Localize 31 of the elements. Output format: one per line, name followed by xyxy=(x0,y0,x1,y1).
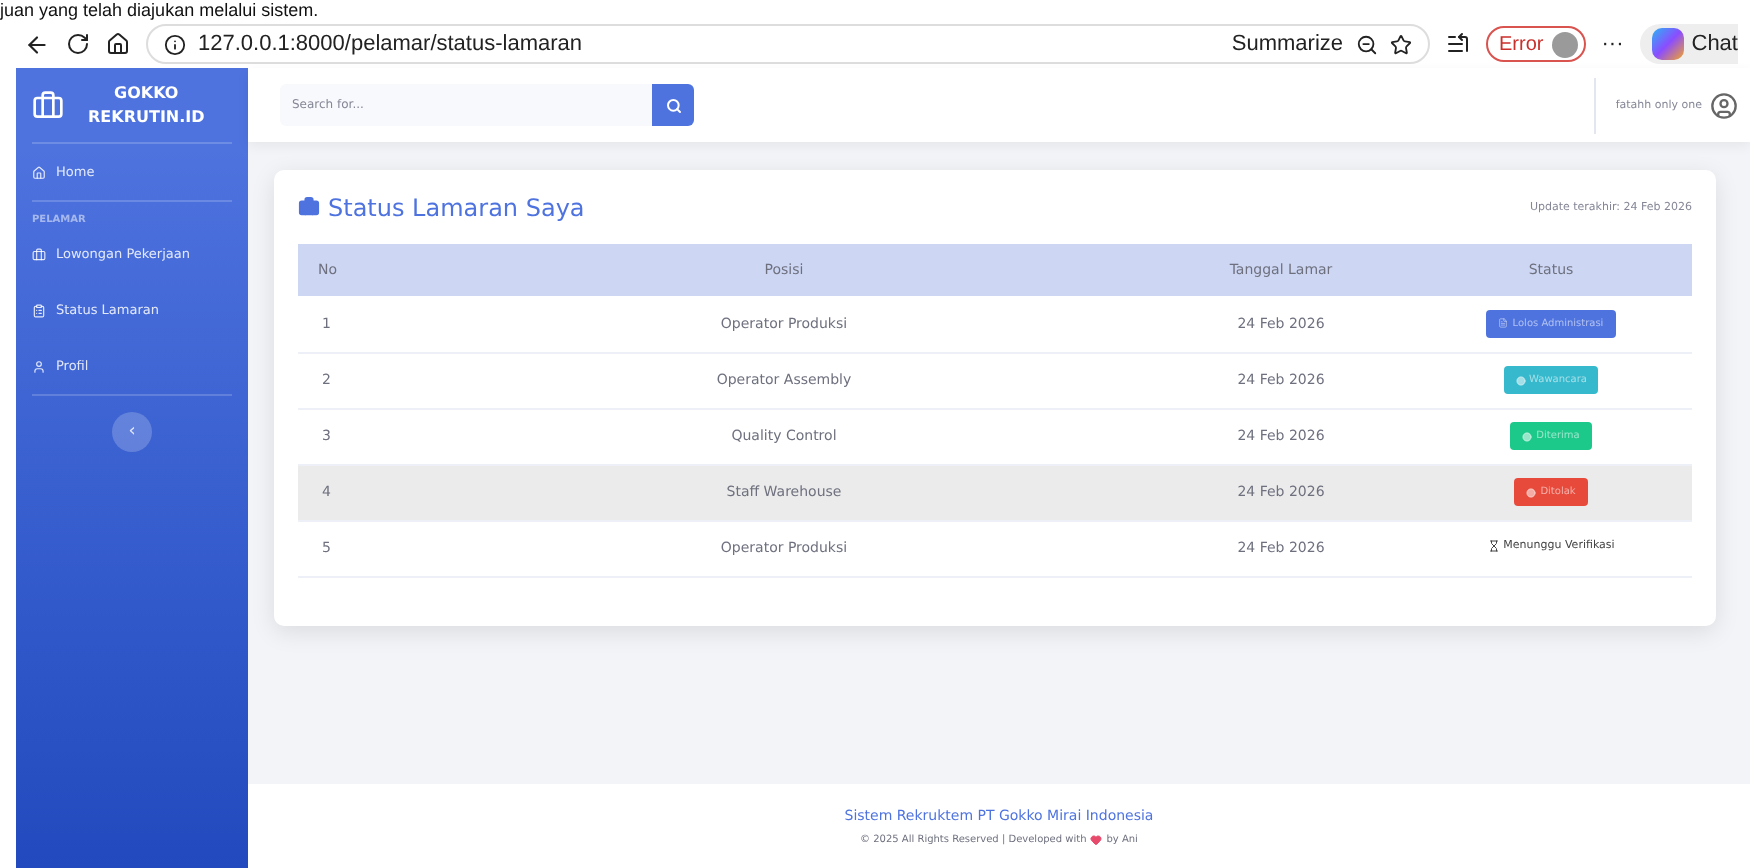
caption-text: juan yang telah diajukan melalui sistem. xyxy=(0,0,319,20)
avatar-icon[interactable] xyxy=(1710,91,1738,119)
more-button[interactable]: ··· xyxy=(1601,32,1624,56)
home-icon xyxy=(32,165,46,179)
brand-name: GOKKO REKRUTIN.ID xyxy=(88,81,205,129)
clipboard-icon xyxy=(32,303,46,317)
favorites-icon[interactable] xyxy=(1445,32,1470,56)
user-icon xyxy=(32,359,46,373)
search-button[interactable] xyxy=(652,84,694,126)
address-bar[interactable]: 127.0.0.1:8000/pelamar/status-lamaran Summarize xyxy=(146,24,1430,64)
document-icon xyxy=(1498,318,1509,329)
briefcase-icon xyxy=(32,89,64,121)
search-icon xyxy=(665,97,681,113)
error-button[interactable]: Error xyxy=(1485,26,1586,62)
info-icon[interactable] xyxy=(164,33,186,55)
circle-icon xyxy=(1522,431,1533,441)
home-icon[interactable] xyxy=(106,32,130,56)
star-icon[interactable] xyxy=(1389,33,1412,55)
refresh-icon[interactable] xyxy=(66,32,90,56)
summarize-label[interactable]: Summarize xyxy=(1231,32,1344,56)
back-icon[interactable] xyxy=(24,31,50,57)
circle-icon xyxy=(1526,487,1537,497)
circle-icon xyxy=(1515,375,1526,385)
briefcase-icon xyxy=(298,196,320,218)
sidebar-toggle[interactable]: ‹ xyxy=(112,412,152,452)
briefcase-icon xyxy=(32,247,46,261)
hourglass-icon xyxy=(1487,540,1500,552)
chat-button[interactable]: Chat xyxy=(1639,24,1738,64)
heart-icon xyxy=(1090,833,1103,845)
card-title: Status Lamaran Saya xyxy=(328,193,585,221)
zoom-icon[interactable] xyxy=(1355,33,1378,55)
